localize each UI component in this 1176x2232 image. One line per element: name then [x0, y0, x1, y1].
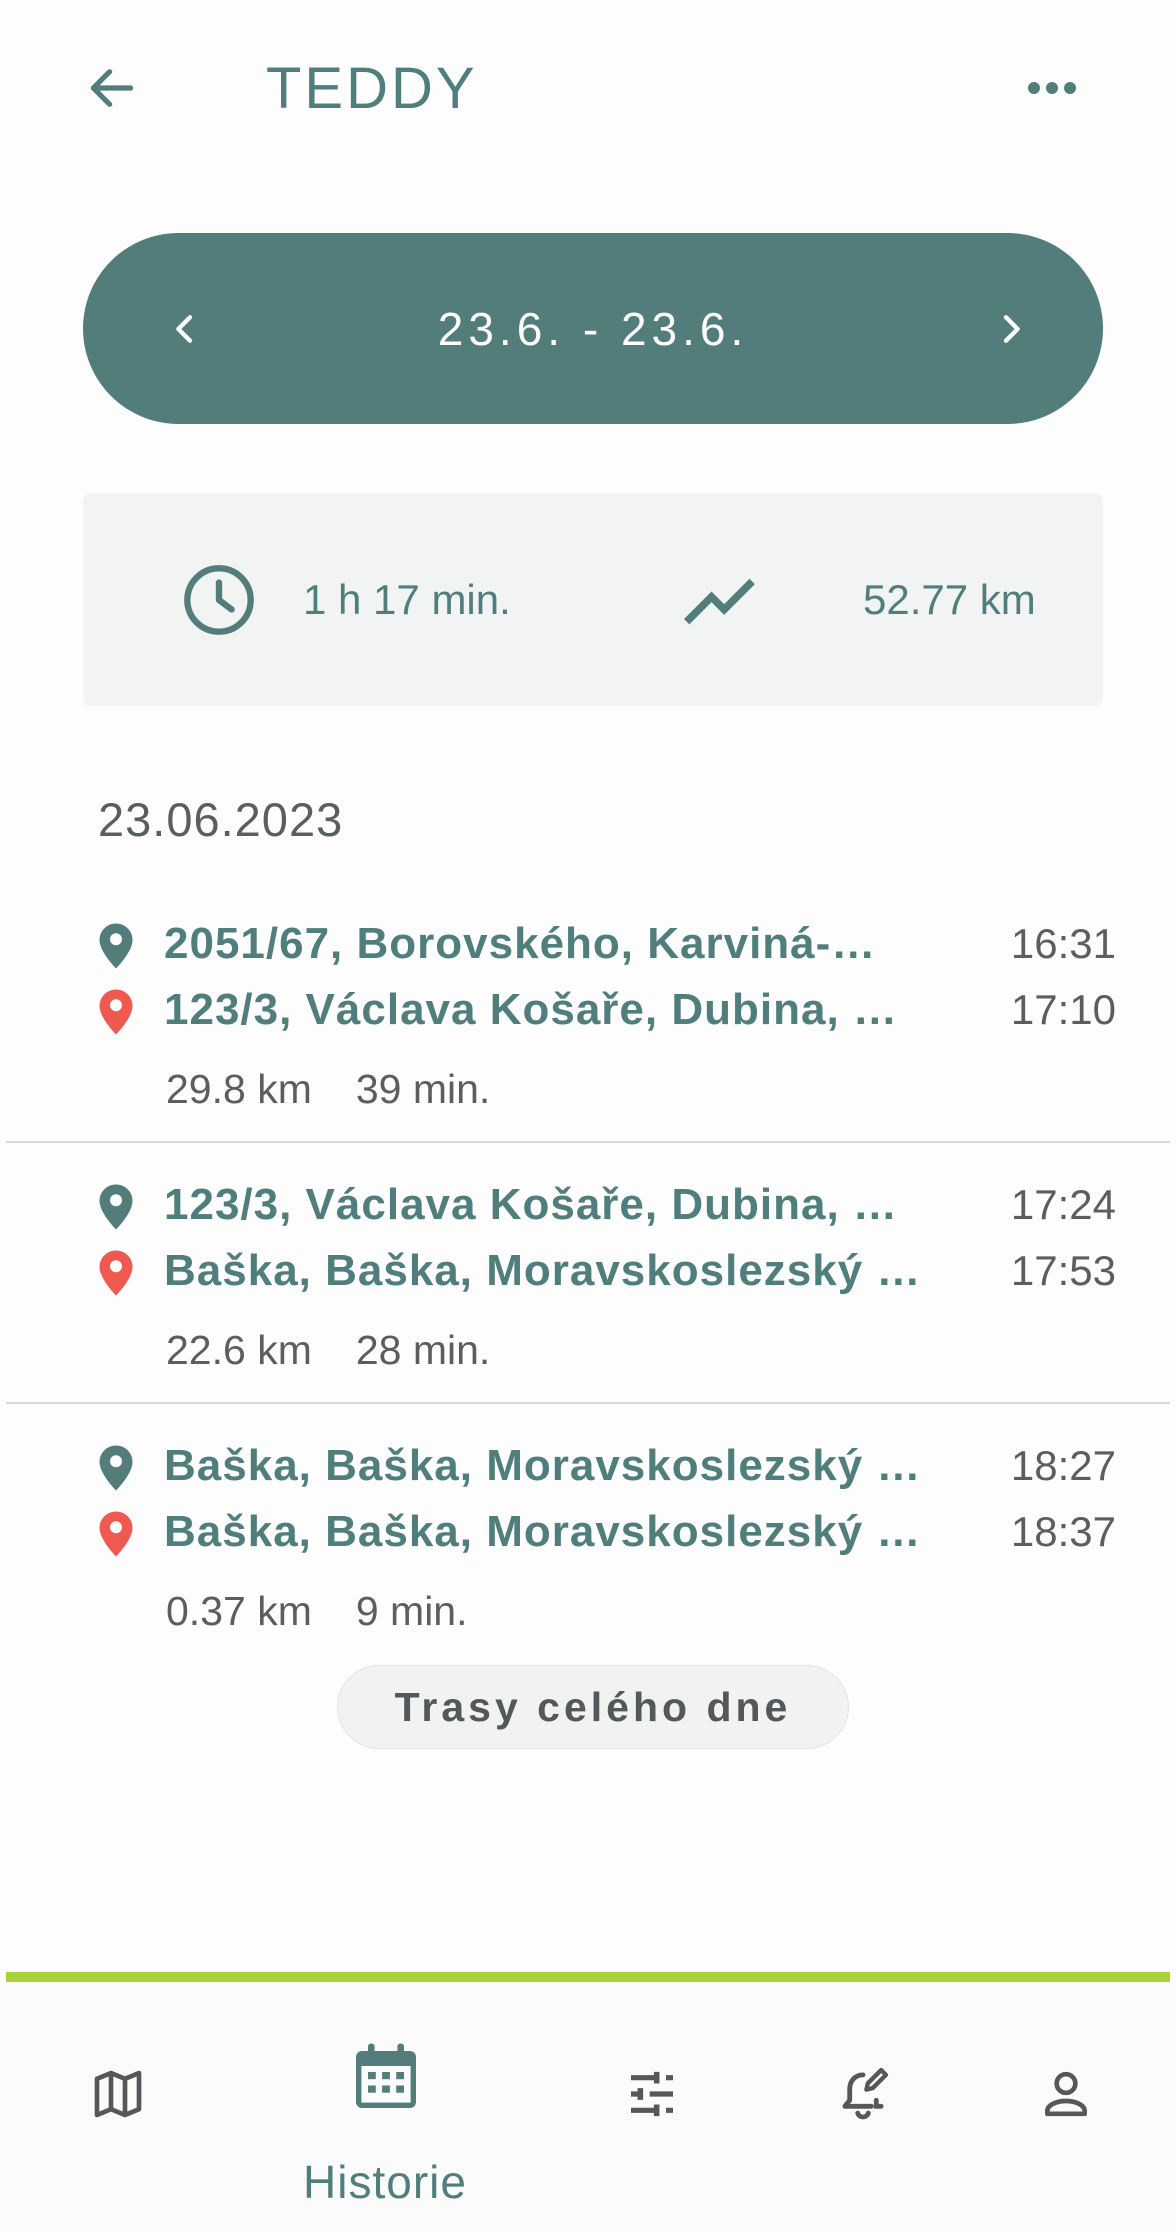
trip-start-address: 2051/67, Borovského, Karviná-… [164, 919, 877, 968]
nav-accent-line [6, 1972, 1170, 1982]
all-day-routes-button[interactable]: Trasy celého dne [337, 1665, 849, 1749]
trip-start-row: Baška, Baška, Moravskoslezský … 18:27 [6, 1438, 1170, 1498]
divider [6, 1141, 1170, 1143]
trip-item[interactable]: 2051/67, Borovského, Karviná-… 16:31 123… [6, 916, 1170, 1176]
trip-end-time: 17:10 [1010, 986, 1116, 1033]
trip-end-row: Baška, Baška, Moravskoslezský … 17:53 [6, 1243, 1170, 1303]
summary-card: 1 h 17 min. 52.77 km [83, 493, 1103, 706]
trip-distance: 29.8 km [166, 1066, 312, 1112]
back-button[interactable] [80, 56, 144, 120]
bottom-navigation: Historie [6, 1982, 1170, 2232]
nav-item-profile[interactable] [1004, 1982, 1128, 2232]
person-icon [1045, 2071, 1087, 2117]
trip-end-address: Baška, Baška, Moravskoslezský … [164, 1246, 922, 1295]
end-location-pin-icon [99, 1250, 133, 1296]
page-title: TEDDY [266, 56, 478, 121]
arrow-left-icon [90, 69, 134, 107]
trip-stats: 0.37 km 9 min. [166, 1586, 468, 1636]
trip-end-address: Baška, Baška, Moravskoslezský … [164, 1507, 922, 1556]
trip-duration: 28 min. [355, 1327, 491, 1373]
start-location-pin-icon [99, 923, 133, 969]
trip-end-row: Baška, Baška, Moravskoslezský … 18:37 [6, 1504, 1170, 1564]
nav-item-history[interactable]: Historie [260, 1982, 510, 2232]
nav-item-map[interactable] [56, 1982, 180, 2232]
app-screen: TEDDY 23.6. - 23.6. 1 h 17 min. 52.77 km… [6, 0, 1170, 2232]
total-distance: 52.77 km [863, 576, 1036, 623]
divider [6, 1402, 1170, 1404]
day-date-label: 23.06.2023 [98, 793, 344, 846]
trip-end-address: 123/3, Václava Košaře, Dubina, … [164, 985, 898, 1034]
trip-stats: 22.6 km 28 min. [166, 1325, 490, 1375]
total-duration: 1 h 17 min. [303, 576, 511, 623]
end-location-pin-icon [99, 989, 133, 1035]
map-icon [94, 2070, 142, 2118]
trending-up-icon [683, 578, 755, 625]
trip-start-row: 2051/67, Borovského, Karviná-… 16:31 [6, 916, 1170, 976]
clock-icon [184, 565, 254, 635]
trip-start-address: Baška, Baška, Moravskoslezský … [164, 1441, 922, 1490]
trip-start-address: 123/3, Václava Košaře, Dubina, … [164, 1180, 898, 1229]
trip-start-time: 18:27 [1010, 1442, 1116, 1489]
start-location-pin-icon [99, 1445, 133, 1491]
start-location-pin-icon [99, 1184, 133, 1230]
trip-start-time: 17:24 [1010, 1181, 1116, 1228]
top-app-bar: TEDDY [6, 0, 1170, 190]
trip-end-row: 123/3, Václava Košaře, Dubina, … 17:10 [6, 982, 1170, 1042]
more-horizontal-icon [1028, 82, 1076, 94]
nav-label-history: Historie [303, 2156, 467, 2208]
trip-duration: 39 min. [355, 1066, 491, 1112]
chevron-right-icon [1003, 315, 1020, 343]
nav-item-alerts[interactable] [800, 1982, 924, 2232]
trip-start-time: 16:31 [1010, 920, 1116, 967]
trip-stats: 29.8 km 39 min. [166, 1064, 490, 1114]
more-options-button[interactable] [1020, 60, 1084, 116]
next-date-button[interactable] [973, 291, 1049, 367]
calendar-icon [356, 2043, 416, 2108]
trip-end-time: 17:53 [1010, 1247, 1116, 1294]
end-location-pin-icon [99, 1511, 133, 1557]
sliders-icon [631, 2071, 673, 2117]
nav-item-settings[interactable] [590, 1982, 714, 2232]
trip-item[interactable]: 123/3, Václava Košaře, Dubina, … 17:24 B… [6, 1177, 1170, 1437]
trip-duration: 9 min. [355, 1588, 468, 1634]
date-range-label[interactable]: 23.6. - 23.6. [83, 301, 1103, 357]
trip-end-time: 18:37 [1010, 1508, 1116, 1555]
trip-distance: 0.37 km [166, 1588, 312, 1634]
date-range-selector: 23.6. - 23.6. [83, 233, 1103, 424]
trip-start-row: 123/3, Václava Košaře, Dubina, … 17:24 [6, 1177, 1170, 1237]
trip-item[interactable]: Baška, Baška, Moravskoslezský … 18:27 Ba… [6, 1438, 1170, 1698]
bell-edit-icon [842, 2067, 889, 2120]
trip-distance: 22.6 km [166, 1327, 312, 1373]
